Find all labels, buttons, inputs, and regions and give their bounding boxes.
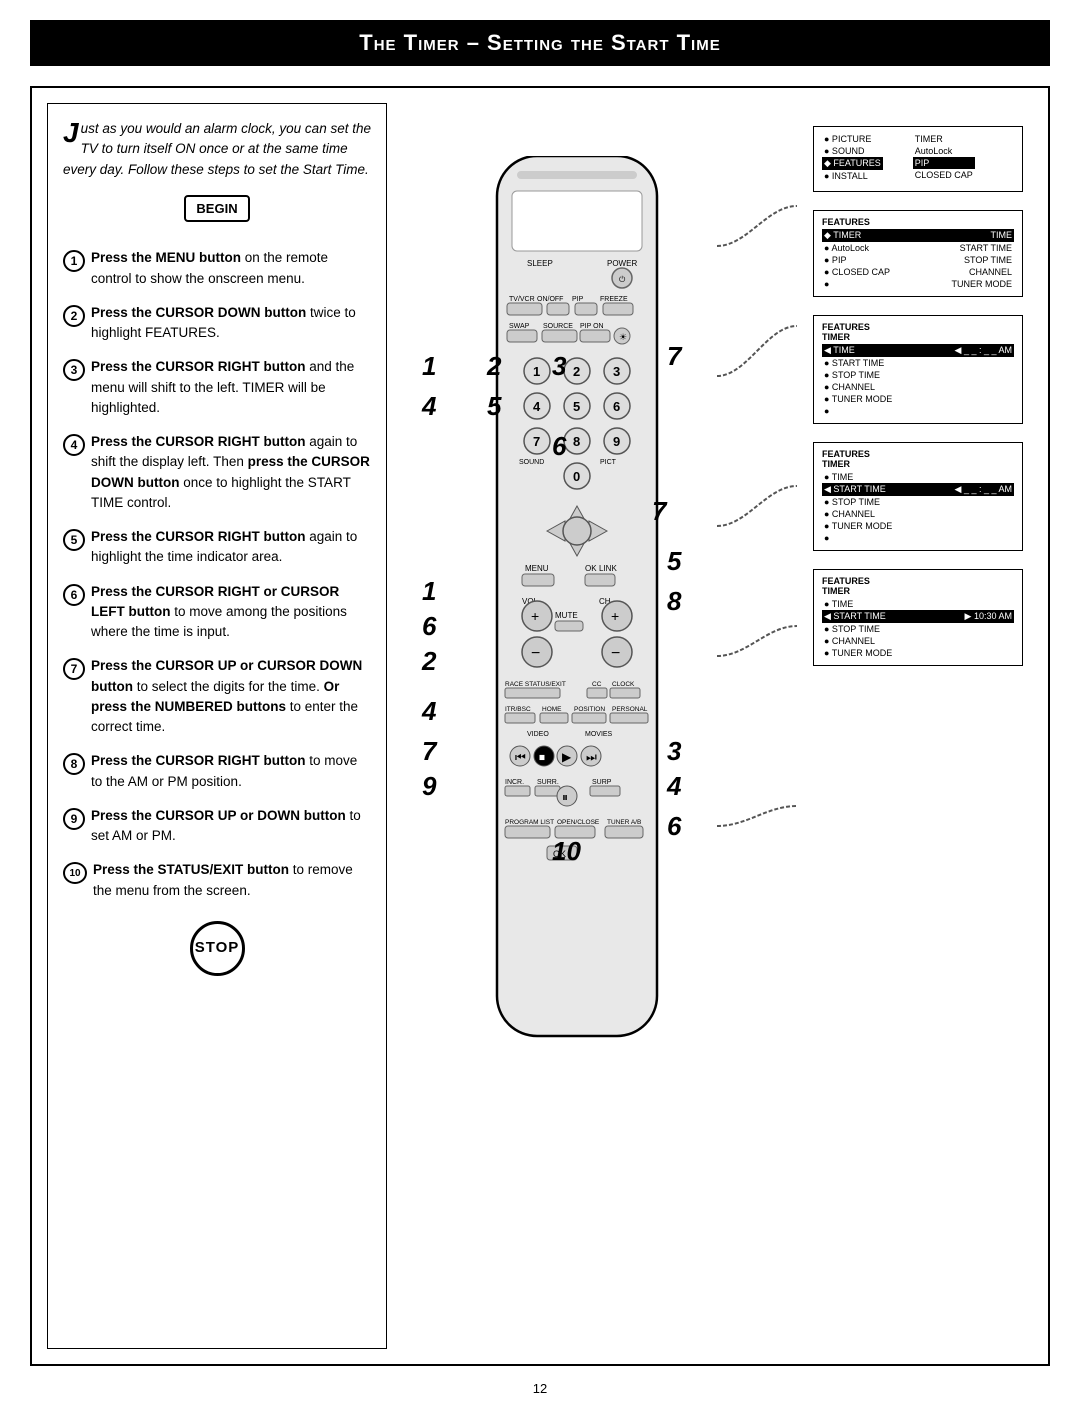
svg-text:CLOCK: CLOCK bbox=[612, 681, 635, 688]
svg-text:8: 8 bbox=[573, 434, 580, 449]
intro-body: ust as you would an alarm clock, you can… bbox=[63, 121, 371, 177]
intro-text: J ust as you would an alarm clock, you c… bbox=[63, 119, 371, 180]
svg-text:POWER: POWER bbox=[607, 259, 637, 268]
step-3: 3 Press the CURSOR RIGHT button and the … bbox=[63, 357, 371, 418]
svg-text:▶: ▶ bbox=[562, 750, 572, 764]
step-2-text: Press the CURSOR DOWN button twice to hi… bbox=[91, 303, 371, 344]
svg-text:0: 0 bbox=[573, 469, 580, 484]
step-6-num: 6 bbox=[63, 584, 85, 606]
step-1: 1 Press the MENU button on the remote co… bbox=[63, 248, 371, 289]
step-3-text: Press the CURSOR RIGHT button and the me… bbox=[91, 357, 371, 418]
screen-2: FEATURES ◆ TIMERTIME ● AutoLockSTART TIM… bbox=[813, 210, 1023, 297]
svg-text:PROGRAM LIST: PROGRAM LIST bbox=[505, 819, 554, 826]
step-8: 8 Press the CURSOR RIGHT button to move … bbox=[63, 751, 371, 792]
svg-text:2: 2 bbox=[573, 364, 580, 379]
svg-text:⏻: ⏻ bbox=[619, 275, 626, 284]
step-5-text: Press the CURSOR RIGHT button again to h… bbox=[91, 527, 371, 568]
svg-text:3: 3 bbox=[613, 364, 620, 379]
step-6: 6 Press the CURSOR RIGHT or CURSOR LEFT … bbox=[63, 582, 371, 643]
svg-text:TUNER A/B: TUNER A/B bbox=[607, 819, 641, 826]
svg-text:RACE STATUS/EXIT: RACE STATUS/EXIT bbox=[505, 681, 566, 688]
svg-text:☀: ☀ bbox=[619, 332, 627, 342]
right-panel: ● PICTURE ● SOUND ◆ FEATURES ● INSTALL T… bbox=[407, 103, 1033, 1349]
svg-text:PICT: PICT bbox=[600, 459, 617, 466]
svg-text:VIDEO: VIDEO bbox=[527, 731, 549, 738]
main-content: J ust as you would an alarm clock, you c… bbox=[30, 86, 1050, 1366]
svg-text:LINK: LINK bbox=[599, 564, 617, 573]
begin-badge: BEGIN bbox=[184, 195, 249, 223]
svg-text:⏹: ⏹ bbox=[539, 750, 545, 764]
step-4-text: Press the CURSOR RIGHT button again to s… bbox=[91, 432, 371, 513]
svg-text:TV/VCR: TV/VCR bbox=[509, 296, 535, 303]
step-10: 10 Press the STATUS/EXIT button to remov… bbox=[63, 860, 371, 901]
svg-text:CC: CC bbox=[592, 681, 602, 688]
svg-text:1: 1 bbox=[533, 364, 540, 379]
svg-text:PIP: PIP bbox=[572, 296, 584, 303]
step-4: 4 Press the CURSOR RIGHT button again to… bbox=[63, 432, 371, 513]
svg-text:POSITION: POSITION bbox=[574, 706, 605, 713]
page-container: The Timer – Setting the Start Time J ust… bbox=[0, 0, 1080, 1426]
svg-text:OK: OK bbox=[585, 564, 597, 573]
step-7-text: Press the CURSOR UP or CURSOR DOWN butto… bbox=[91, 656, 371, 737]
stop-badge: STOP bbox=[63, 921, 371, 976]
svg-text:PIP ON: PIP ON bbox=[580, 323, 604, 330]
svg-text:7: 7 bbox=[533, 434, 540, 449]
svg-text:5: 5 bbox=[573, 399, 580, 414]
screen-3: FEATURES TIMER ◀ TIME◀ _ _ : _ _ AM ● ST… bbox=[813, 315, 1023, 424]
svg-text:INCR.: INCR. bbox=[505, 779, 524, 786]
svg-text:SURP: SURP bbox=[592, 779, 612, 786]
step-8-text: Press the CURSOR RIGHT button to move to… bbox=[91, 751, 371, 792]
svg-text:4: 4 bbox=[533, 399, 541, 414]
svg-text:−: − bbox=[611, 645, 620, 662]
svg-text:⏸: ⏸ bbox=[562, 790, 568, 804]
step-2-num: 2 bbox=[63, 305, 85, 327]
page-number: 12 bbox=[30, 1381, 1050, 1396]
step-9-text: Press the CURSOR UP or DOWN button to se… bbox=[91, 806, 371, 847]
page-title: The Timer – Setting the Start Time bbox=[30, 20, 1050, 66]
step-7: 7 Press the CURSOR UP or CURSOR DOWN but… bbox=[63, 656, 371, 737]
step-10-num: 10 bbox=[63, 862, 87, 884]
svg-text:⏮: ⏮ bbox=[515, 750, 526, 764]
step-5: 5 Press the CURSOR RIGHT button again to… bbox=[63, 527, 371, 568]
svg-text:MUTE: MUTE bbox=[555, 611, 578, 620]
stop-circle: STOP bbox=[190, 921, 245, 976]
step-5-num: 5 bbox=[63, 529, 85, 551]
step-1-text: Press the MENU button on the remote cont… bbox=[91, 248, 371, 289]
step-10-text: Press the STATUS/EXIT button to remove t… bbox=[93, 860, 371, 901]
svg-text:+: + bbox=[531, 608, 539, 624]
step-9: 9 Press the CURSOR UP or DOWN button to … bbox=[63, 806, 371, 847]
step-2: 2 Press the CURSOR DOWN button twice to … bbox=[63, 303, 371, 344]
svg-text:⏭: ⏭ bbox=[586, 750, 597, 764]
screen-1: ● PICTURE ● SOUND ◆ FEATURES ● INSTALL T… bbox=[813, 126, 1023, 192]
first-letter: J bbox=[63, 119, 79, 147]
screen-5: FEATURES TIMER ● TIME ◀ START TIME▶ 10:3… bbox=[813, 569, 1023, 666]
step-9-num: 9 bbox=[63, 808, 85, 830]
left-panel: J ust as you would an alarm clock, you c… bbox=[47, 103, 387, 1349]
svg-text:SOUND: SOUND bbox=[519, 459, 544, 466]
svg-text:+: + bbox=[611, 608, 619, 624]
step-7-num: 7 bbox=[63, 658, 85, 680]
svg-text:HOME: HOME bbox=[542, 706, 562, 713]
step-6-text: Press the CURSOR RIGHT or CURSOR LEFT bu… bbox=[91, 582, 371, 643]
svg-text:PERSONAL: PERSONAL bbox=[612, 706, 648, 713]
svg-text:MENU: MENU bbox=[525, 564, 549, 573]
step-4-num: 4 bbox=[63, 434, 85, 456]
svg-text:ITR/BSC: ITR/BSC bbox=[505, 706, 531, 713]
svg-text:SURR.: SURR. bbox=[537, 779, 559, 786]
svg-text:SLEEP: SLEEP bbox=[527, 259, 553, 268]
svg-text:6: 6 bbox=[613, 399, 620, 414]
svg-text:−: − bbox=[531, 645, 540, 662]
svg-text:OPEN/CLOSE: OPEN/CLOSE bbox=[557, 819, 600, 826]
svg-text:FREEZE: FREEZE bbox=[600, 296, 628, 303]
step-3-num: 3 bbox=[63, 359, 85, 381]
screen-4: FEATURES TIMER ● TIME ◀ START TIME◀ _ _ … bbox=[813, 442, 1023, 551]
step-1-num: 1 bbox=[63, 250, 85, 272]
svg-text:ON/OFF: ON/OFF bbox=[537, 296, 563, 303]
svg-text:9: 9 bbox=[613, 434, 620, 449]
svg-text:MOVIES: MOVIES bbox=[585, 731, 613, 738]
step-8-num: 8 bbox=[63, 753, 85, 775]
svg-text:SWAP: SWAP bbox=[509, 323, 530, 330]
svg-text:SOURCE: SOURCE bbox=[543, 323, 573, 330]
